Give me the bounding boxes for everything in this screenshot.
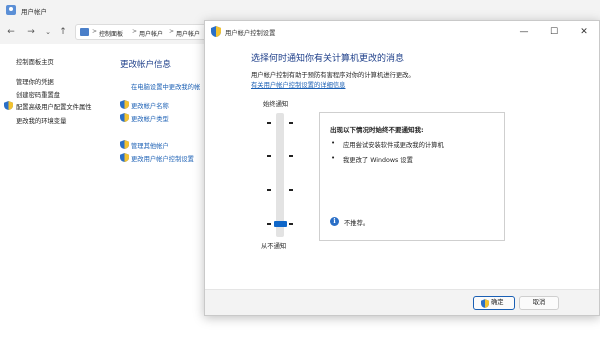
manage-credentials-link[interactable]: 管理你的凭据 [16,77,54,86]
slider-tick [289,155,293,157]
page-title: 更改帐户信息 [120,60,172,70]
uac-shield-icon [120,113,129,122]
breadcrumb-item[interactable]: 用户帐户 [176,29,200,38]
uac-shield-icon [481,298,489,308]
slider-tick [267,122,271,124]
level-description-item: 我更改了 Windows 设置 [343,157,413,164]
uac-shield-icon [211,26,221,37]
change-uac-settings-link[interactable]: 更改用户帐户控制设置 [131,154,194,163]
dialog-title: 用户帐户控制设置 [225,30,276,37]
change-account-type-link[interactable]: 更改帐户类型 [131,114,169,123]
level-description-heading: 出现以下情况时始终不要通知我: [330,126,424,134]
uac-settings-dialog: 用户帐户控制设置 — ☐ ✕ 选择何时通知你有关计算机更改的消息 用户帐户控制有… [204,20,600,316]
level-description-item: 应用尝试安装软件或更改我的计算机 [343,142,444,149]
dialog-heading: 选择何时通知你有关计算机更改的消息 [251,54,405,64]
slider-tick [289,189,293,191]
breadcrumb-item[interactable]: 用户帐户 [139,29,163,38]
uac-shield-icon [120,100,129,109]
bullet-icon: • [331,154,336,162]
dialog-description: 用户帐户控制有助于预防有害程序对你的计算机进行更改。 [251,72,415,79]
info-icon: i [330,217,339,226]
minimize-button[interactable]: — [509,21,539,43]
slider-tick [267,189,271,191]
back-arrow-icon[interactable]: ← [4,25,18,39]
breadcrumb-separator: > [169,28,175,35]
slider-tick [267,223,271,225]
dialog-footer: 确定 取消 [205,289,599,315]
pc-settings-link[interactable]: 在电脑设置中更改我的帐 [131,82,200,91]
bullet-icon: • [331,139,336,147]
control-panel-icon [80,28,89,36]
recent-locations-chevron-icon[interactable]: ⌄ [41,25,55,39]
level-description-panel: 出现以下情况时始终不要通知我: • 应用尝试安装软件或更改我的计算机 • 我更改… [319,112,505,241]
create-reset-disk-link[interactable]: 创建密码重置盘 [16,90,60,99]
forward-arrow-icon[interactable]: → [24,25,38,39]
user-accounts-icon [6,5,16,15]
maximize-button[interactable]: ☐ [539,21,569,43]
breadcrumb-separator: > [132,28,138,35]
up-arrow-icon[interactable]: ↑ [56,25,70,39]
slider-bottom-label: 从不通知 [261,243,287,250]
slider-top-label: 始终通知 [263,101,289,108]
breadcrumb-item[interactable]: 控制面板 [99,29,123,38]
change-environment-variables-link[interactable]: 更改我的环境变量 [16,116,66,125]
ok-button-label: 确定 [491,299,504,306]
left-task-pane: 控制面板主页 管理你的凭据 创建密码重置盘 配置高级用户配置文件属性 更改我的环… [0,44,110,338]
manage-other-accounts-link[interactable]: 管理其他帐户 [131,141,169,150]
notification-level-slider-track[interactable] [276,113,284,237]
change-account-name-link[interactable]: 更改帐户名称 [131,101,169,110]
address-bar[interactable]: > 控制面板 > 用户帐户 > 用户帐户 [75,24,215,40]
title-bar: 用户帐户 [0,0,600,20]
notification-level-slider-thumb[interactable] [274,221,287,227]
slider-tick [289,223,293,225]
breadcrumb-separator: > [92,28,98,35]
slider-tick [289,122,293,124]
uac-shield-icon [4,101,13,110]
uac-shield-icon [120,140,129,149]
uac-more-info-link[interactable]: 有关用户帐户控制设置的详细信息 [251,80,345,89]
control-panel-home-link[interactable]: 控制面板主页 [16,57,54,66]
main-content: 更改帐户信息 在电脑设置中更改我的帐 更改帐户名称 更改帐户类型 管理其他帐户 … [110,44,210,338]
window-title: 用户帐户 [21,8,47,16]
cancel-button[interactable]: 取消 [519,296,559,310]
uac-shield-icon [120,153,129,162]
advanced-profile-properties-link[interactable]: 配置高级用户配置文件属性 [16,102,92,111]
slider-tick [267,155,271,157]
dialog-title-bar: 用户帐户控制设置 — ☐ ✕ [205,21,599,43]
recommendation-note: 不推荐。 [344,220,370,227]
ok-button[interactable]: 确定 [473,296,515,310]
close-button[interactable]: ✕ [569,21,599,43]
